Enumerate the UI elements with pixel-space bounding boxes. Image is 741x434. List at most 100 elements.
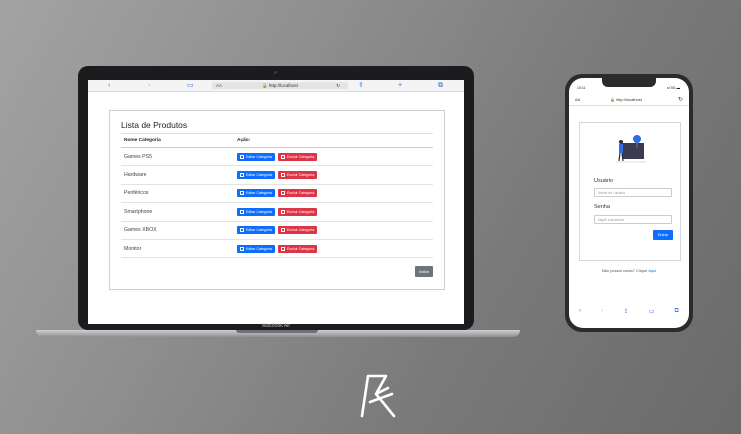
reload-icon[interactable]: ↻ — [336, 83, 340, 89]
phone-screen: 10:11 •ıl 5G ▬ AA 🔒 http://localhost ↻ U… — [569, 78, 689, 328]
trash-icon — [280, 173, 285, 178]
browser-toolbar: ‹ › ▭ AA 🔒 http://localhost ↻ ⇪ + ⧉ — [88, 80, 464, 92]
delete-label: Excluir Categoria — [286, 173, 315, 178]
row-actions: Editar Categoria Excluir Categoria — [237, 171, 318, 180]
register-link[interactable]: Aqui — [648, 268, 656, 273]
status-icons: •ıl 5G ▬ — [666, 86, 680, 90]
trash-icon — [280, 191, 285, 196]
edit-icon — [240, 246, 244, 251]
status-time: 10:11 — [577, 86, 586, 90]
edit-icon — [240, 154, 244, 159]
brand-logo-icon — [360, 374, 396, 418]
category-name: Smartphone — [124, 208, 153, 215]
edit-category-button[interactable]: Editar Categoria — [237, 189, 275, 198]
edit-category-button[interactable]: Editar Categoria — [237, 152, 275, 161]
forward-icon[interactable]: › — [601, 308, 603, 320]
page-title: Lista de Produtos — [121, 120, 188, 130]
password-label: Senha — [594, 204, 610, 210]
table-row: Periféricos Editar Categoria Excluir Categ… — [121, 185, 433, 204]
edit-icon — [240, 173, 244, 178]
tabs-icon[interactable]: ⧉ — [438, 81, 443, 90]
table-row: Monitor Editar Categoria Excluir Categoria — [121, 240, 433, 259]
login-button[interactable]: Entrar — [653, 230, 673, 240]
table-row: Games PS5 Editar Categoria Excluir Categor… — [121, 148, 433, 167]
bookmarks-icon[interactable]: ▭ — [187, 81, 194, 90]
table-row: Games XBOX Editar Categoria Excluir Catego… — [121, 222, 433, 240]
edit-icon — [240, 228, 244, 233]
forward-icon[interactable]: › — [148, 81, 150, 90]
phone-nav-bar: ‹ › ⇪ ▭ ⧉ — [569, 308, 689, 320]
table-header: Nome Categoria Ação: — [121, 133, 433, 148]
delete-label: Excluir Categoria — [286, 154, 315, 159]
share-icon[interactable]: ⇪ — [358, 81, 364, 90]
edit-label: Editar Categoria — [246, 154, 272, 159]
reader-icon[interactable]: AA — [216, 83, 222, 88]
delete-category-button[interactable]: Excluir Categoria — [277, 207, 318, 216]
phone-url-bar[interactable]: AA 🔒 http://localhost ↻ — [569, 94, 689, 106]
delete-category-button[interactable]: Excluir Categoria — [277, 152, 318, 161]
edit-category-button[interactable]: Editar Categoria — [237, 171, 275, 180]
edit-label: Editar Categoria — [246, 228, 272, 233]
edit-label: Editar Categoria — [246, 173, 272, 178]
url-text: 🔒 http://localhost — [262, 82, 298, 88]
back-icon[interactable]: ‹ — [579, 308, 581, 320]
share-icon[interactable]: ⇪ — [623, 308, 628, 320]
login-card: Usuário Nome de Usuário Senha Digite sua… — [579, 122, 681, 261]
laptop-frame: ‹ › ▭ AA 🔒 http://localhost ↻ ⇪ + ⧉ List… — [78, 66, 474, 330]
add-tab-icon[interactable]: + — [398, 81, 402, 90]
table-row: Smartphone Editar Categoria Excluir Catego… — [121, 203, 433, 222]
register-text: Não possui conta? Clique — [601, 268, 648, 273]
row-actions: Editar Categoria Excluir Categoria — [237, 244, 318, 253]
trash-icon — [280, 154, 285, 159]
row-actions: Editar Categoria Excluir Categoria — [237, 207, 318, 216]
back-icon[interactable]: ‹ — [108, 81, 110, 90]
col-name-header: Nome Categoria — [124, 138, 161, 143]
laptop-screen: ‹ › ▭ AA 🔒 http://localhost ↻ ⇪ + ⧉ List… — [88, 80, 464, 324]
delete-label: Excluir Categoria — [286, 228, 315, 233]
delete-label: Excluir Categoria — [286, 209, 315, 214]
category-name: Periféricos — [124, 190, 149, 197]
phone-notch — [602, 78, 656, 87]
category-name: Hardware — [124, 172, 147, 179]
edit-category-button[interactable]: Editar Categoria — [237, 207, 275, 216]
table-row: Hardware Editar Categoria Excluir Categori… — [121, 166, 433, 185]
reader-icon[interactable]: AA — [575, 97, 580, 102]
trash-icon — [280, 209, 285, 214]
laptop-notch — [236, 330, 318, 333]
trash-icon — [280, 246, 285, 251]
reload-icon[interactable]: ↻ — [678, 96, 683, 103]
delete-category-button[interactable]: Excluir Categoria — [277, 244, 318, 253]
edit-category-button[interactable]: Editar Categoria — [237, 244, 275, 253]
category-name: Games PS5 — [124, 153, 152, 160]
phone-url-text: 🔒 http://localhost — [610, 97, 642, 102]
phone-frame: 10:11 •ıl 5G ▬ AA 🔒 http://localhost ↻ U… — [565, 74, 693, 332]
category-name: Games XBOX — [124, 227, 157, 234]
url-bar[interactable]: AA 🔒 http://localhost ↻ — [212, 82, 348, 89]
edit-label: Editar Categoria — [246, 209, 272, 214]
edit-label: Editar Categoria — [246, 246, 272, 251]
trash-icon — [280, 228, 285, 233]
delete-category-button[interactable]: Excluir Categoria — [277, 171, 318, 180]
row-actions: Editar Categoria Excluir Categoria — [237, 226, 318, 235]
row-actions: Editar Categoria Excluir Categoria — [237, 152, 318, 161]
col-action-header: Ação: — [237, 138, 251, 143]
edit-label: Editar Categoria — [246, 191, 272, 196]
delete-label: Excluir Categoria — [286, 246, 315, 251]
edit-category-button[interactable]: Editar Categoria — [237, 226, 275, 235]
password-input[interactable]: Digite sua senha — [594, 215, 672, 224]
delete-category-button[interactable]: Excluir Categoria — [277, 226, 318, 235]
edit-icon — [240, 191, 244, 196]
laptop-label: MacBook Air — [261, 323, 291, 329]
bookmarks-icon[interactable]: ▭ — [649, 308, 655, 320]
category-name: Monitor — [124, 245, 142, 252]
username-label: Usuário — [594, 178, 613, 184]
table-body: Games PS5 Editar Categoria Excluir Categor… — [121, 148, 433, 259]
row-actions: Editar Categoria Excluir Categoria — [237, 189, 318, 198]
camera — [274, 71, 277, 74]
back-button[interactable]: Voltar — [414, 266, 433, 277]
delete-category-button[interactable]: Excluir Categoria — [277, 189, 318, 198]
tabs-icon[interactable]: ⧉ — [675, 308, 679, 320]
edit-icon — [240, 209, 244, 214]
username-input[interactable]: Nome de Usuário — [594, 188, 672, 197]
category-table: Nome Categoria Ação: Games PS5 Editar Cat… — [121, 133, 433, 259]
